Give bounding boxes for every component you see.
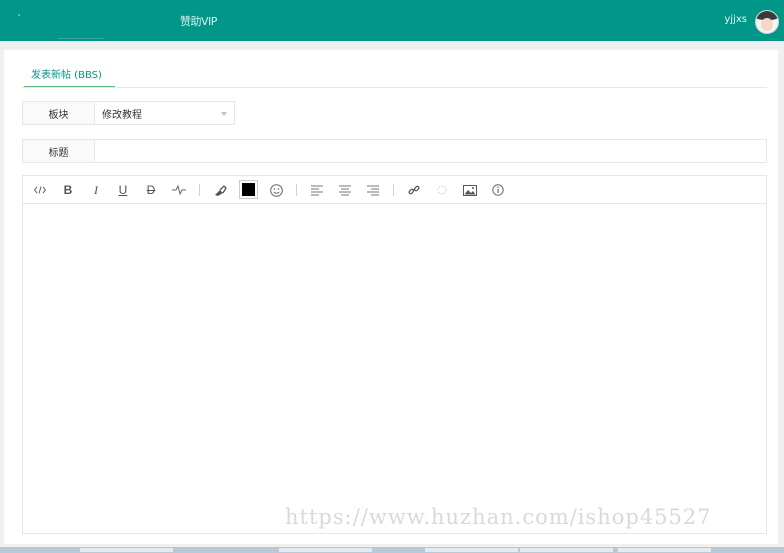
top-header: 赞助VIP yjjxs bbox=[0, 0, 784, 41]
code-icon[interactable] bbox=[32, 182, 48, 198]
taskbar-item bbox=[618, 548, 711, 552]
taskbar-strip bbox=[0, 547, 784, 553]
link-icon[interactable] bbox=[406, 182, 422, 198]
tab-divider bbox=[22, 87, 767, 88]
chevron-down-icon bbox=[221, 112, 227, 116]
logo-dot bbox=[18, 14, 20, 16]
underline-icon[interactable]: U bbox=[115, 182, 131, 198]
nav-vip-link[interactable]: 赞助VIP bbox=[180, 13, 217, 29]
toolbar-separator bbox=[393, 184, 394, 196]
taskbar-item bbox=[520, 548, 613, 552]
username[interactable]: yjjxs bbox=[724, 14, 747, 25]
emoji-icon[interactable] bbox=[268, 182, 284, 198]
tab-new-post[interactable]: 发表新帖 (BBS) bbox=[24, 66, 115, 88]
board-label: 板块 bbox=[22, 101, 95, 125]
board-select-value: 修改教程 bbox=[102, 109, 142, 121]
text-color-picker[interactable] bbox=[239, 180, 258, 199]
avatar-face bbox=[761, 18, 773, 31]
rich-text-editor: B I U D bbox=[22, 175, 767, 534]
toolbar-separator bbox=[199, 184, 200, 196]
text-color-swatch bbox=[242, 183, 255, 196]
toolbar-separator bbox=[296, 184, 297, 196]
taskbar-item bbox=[80, 548, 173, 552]
title-label: 标题 bbox=[22, 139, 95, 163]
logo-underline bbox=[58, 38, 104, 39]
board-select[interactable]: 修改教程 bbox=[94, 101, 235, 125]
image-icon[interactable] bbox=[462, 182, 478, 198]
hr-icon[interactable] bbox=[171, 182, 187, 198]
unlink-icon[interactable] bbox=[434, 182, 450, 198]
taskbar-item bbox=[279, 548, 372, 552]
strikethrough-icon[interactable]: D bbox=[143, 182, 159, 198]
clear-format-icon[interactable] bbox=[212, 182, 228, 198]
italic-icon[interactable]: I bbox=[88, 182, 104, 198]
bold-icon[interactable]: B bbox=[60, 182, 76, 198]
align-center-icon[interactable] bbox=[337, 182, 353, 198]
avatar[interactable] bbox=[755, 10, 779, 34]
align-right-icon[interactable] bbox=[365, 182, 381, 198]
editor-toolbar: B I U D bbox=[23, 176, 766, 204]
watermark: https://www.huzhan.com/ishop45527 bbox=[285, 505, 712, 529]
editor-content-area[interactable] bbox=[23, 204, 766, 533]
align-left-icon[interactable] bbox=[309, 182, 325, 198]
title-input[interactable] bbox=[94, 139, 767, 163]
taskbar-item bbox=[425, 548, 518, 552]
help-icon[interactable] bbox=[490, 182, 506, 198]
